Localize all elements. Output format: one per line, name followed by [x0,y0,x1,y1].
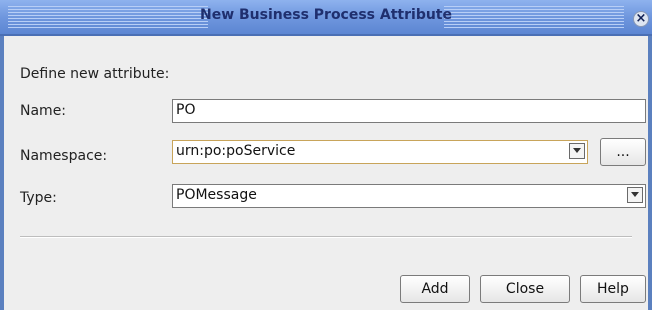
add-button[interactable]: Add [400,275,470,303]
chevron-down-icon[interactable] [627,187,643,203]
title-bar[interactable]: New Business Process Attribute × [0,0,652,36]
help-button[interactable]: Help [580,275,646,303]
type-value: POMessage [176,187,257,203]
namespace-value: urn:po:poService [176,143,296,159]
type-label: Type: [20,190,57,206]
chevron-down-icon[interactable] [569,143,585,159]
namespace-browse-button[interactable]: ... [600,138,646,166]
name-label: Name: [20,103,67,119]
namespace-combo[interactable]: urn:po:poService [172,140,588,164]
dialog-window: New Business Process Attribute × Define … [0,0,652,310]
namespace-label: Namespace: [20,148,108,164]
name-input[interactable]: PO [172,99,646,123]
close-button[interactable]: Close [480,275,570,303]
type-combo[interactable]: POMessage [172,184,646,208]
dialog-title: New Business Process Attribute [199,7,452,23]
separator [20,236,632,238]
form-header: Define new attribute: [20,66,170,82]
close-icon[interactable]: × [633,11,649,27]
